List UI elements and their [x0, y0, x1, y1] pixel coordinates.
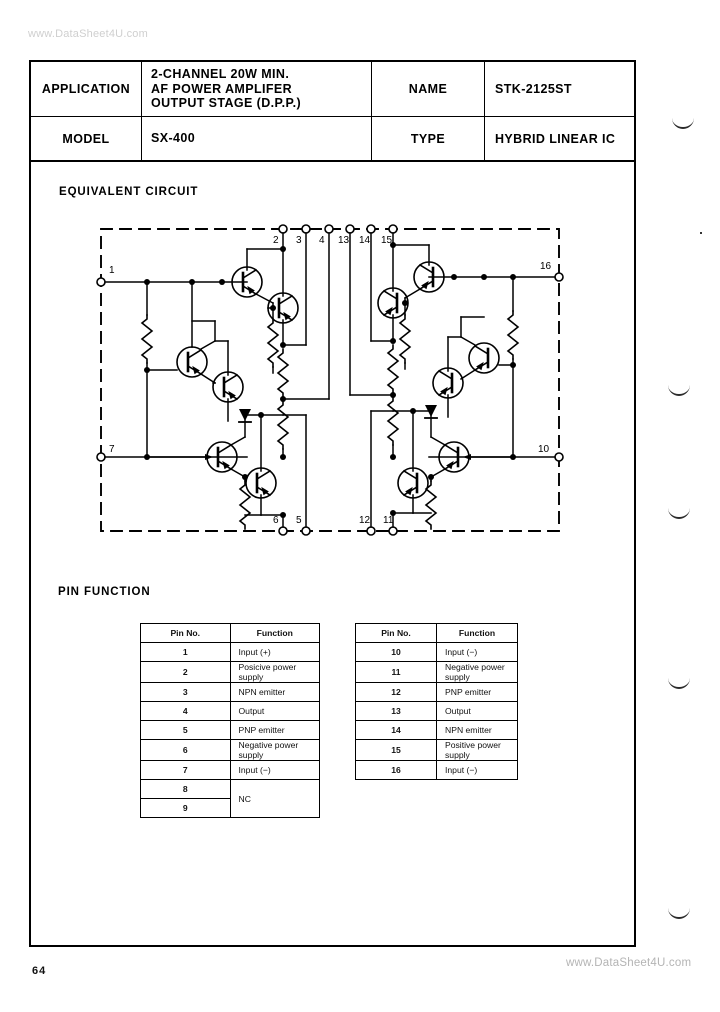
- pin-no-header: Pin No.: [355, 623, 437, 643]
- package-outline: [100, 228, 560, 532]
- function-cell: Input (−): [436, 642, 518, 662]
- application-line-3: OUTPUT STAGE (D.P.P.): [151, 96, 302, 111]
- function-cell: Output: [229, 701, 320, 721]
- equivalent-circuit-diagram: 2 3 4 13 14 15 6 5 12 11 1 7 16 10: [95, 215, 565, 545]
- function-cell: Positive power supply: [436, 739, 518, 761]
- pin-no-cell: 11: [355, 661, 437, 683]
- pin-no-cell: 1: [140, 642, 231, 662]
- header-row-model: MODEL SX-400 TYPE HYBRID LINEAR IC: [29, 116, 636, 162]
- table-row: 7 Input (−): [140, 760, 320, 780]
- header-row-application: APPLICATION 2-CHANNEL 20W MIN. AF POWER …: [29, 60, 636, 117]
- pin-no-cell: 4: [140, 701, 231, 721]
- name-label: NAME: [371, 60, 485, 117]
- header-table: APPLICATION 2-CHANNEL 20W MIN. AF POWER …: [29, 60, 636, 162]
- page-number: 64: [32, 965, 47, 977]
- table-row: 10 Input (−): [355, 642, 518, 662]
- table-row: 8 NC: [140, 779, 320, 818]
- table-row: 15 Positive power supply: [355, 739, 518, 761]
- scan-artifact-1: [672, 118, 694, 129]
- pin-no-cell: 5: [140, 720, 231, 740]
- pin-label-12: 12: [359, 515, 371, 526]
- pin-function-heading: PIN FUNCTION: [58, 586, 151, 598]
- function-cell: Output: [436, 701, 518, 721]
- pin-no-cell: 3: [140, 682, 231, 702]
- function-header: Function: [436, 623, 518, 643]
- function-cell: Posicive power supply: [229, 661, 320, 683]
- pin-label-16: 16: [540, 261, 552, 272]
- pin-no-cell: 8: [140, 779, 231, 799]
- pin-no-cell: 13: [355, 701, 437, 721]
- table-row: 14 NPN emitter: [355, 720, 518, 740]
- application-value: 2-CHANNEL 20W MIN. AF POWER AMPLIFER OUT…: [141, 60, 372, 117]
- table-row: 3 NPN emitter: [140, 682, 320, 702]
- circuit-svg: 2 3 4 13 14 15 6 5 12 11 1 7 16 10: [96, 224, 564, 536]
- scan-artifact-3: [668, 508, 690, 519]
- table-row: 1 Input (+): [140, 642, 320, 662]
- table-row: 16 Input (−): [355, 760, 518, 780]
- pin-label-3: 3: [296, 235, 302, 246]
- pin-no-cell: 10: [355, 642, 437, 662]
- pin-label-11: 11: [383, 515, 394, 526]
- equivalent-circuit-heading: EQUIVALENT CIRCUIT: [59, 186, 199, 198]
- application-line-1: 2-CHANNEL 20W MIN.: [151, 66, 290, 81]
- scan-artifact-2: [668, 385, 690, 396]
- table-row: 12 PNP emitter: [355, 682, 518, 702]
- pin-label-13: 13: [338, 235, 350, 246]
- table-row: 6 Negative power supply: [140, 739, 320, 761]
- side-pin-terminals: [96, 272, 564, 462]
- function-cell-nc: NC: [229, 779, 320, 818]
- pin-no-cell: 16: [355, 760, 437, 780]
- table-header-row: Pin No. Function: [140, 623, 320, 643]
- function-cell: Input (−): [436, 760, 518, 780]
- scan-artifact-5: [668, 908, 690, 919]
- pin-label-10: 10: [538, 444, 550, 455]
- scan-artifact-4: [668, 678, 690, 689]
- pin-no-cell: 2: [140, 661, 231, 683]
- pin-no-cell: 12: [355, 682, 437, 702]
- model-value: SX-400: [141, 116, 372, 162]
- function-cell: Input (+): [229, 642, 320, 662]
- function-cell: Input (−): [229, 760, 320, 780]
- table-row: 11 Negative power supply: [355, 661, 518, 683]
- pin-label-4: 4: [319, 235, 325, 246]
- name-value: STK-2125ST: [484, 60, 636, 117]
- scan-speck: [700, 232, 702, 234]
- pin-no-cell: 15: [355, 739, 437, 761]
- pin-no-cell: 6: [140, 739, 231, 761]
- pin-function-table-right: Pin No. Function 10 Input (−) 11 Negativ…: [355, 623, 518, 780]
- pin-label-7: 7: [109, 444, 115, 455]
- pin-no-cell: 14: [355, 720, 437, 740]
- table-row: 2 Posicive power supply: [140, 661, 320, 683]
- pin-no-cell: 9: [140, 798, 231, 818]
- pin-label-2: 2: [273, 235, 279, 246]
- model-label: MODEL: [29, 116, 142, 162]
- type-label: TYPE: [371, 116, 485, 162]
- pin-function-table-left: Pin No. Function 1 Input (+) 2 Posicive …: [140, 623, 320, 818]
- function-cell: NPN emitter: [436, 720, 518, 740]
- table-row: 13 Output: [355, 701, 518, 721]
- table-header-row: Pin No. Function: [355, 623, 518, 643]
- pin-label-15: 15: [381, 235, 393, 246]
- pin-label-6: 6: [273, 515, 279, 526]
- pin-label-1: 1: [109, 265, 115, 276]
- table-row: 4 Output: [140, 701, 320, 721]
- application-label: APPLICATION: [29, 60, 142, 117]
- application-line-2: AF POWER AMPLIFER: [151, 81, 293, 96]
- table-row: 5 PNP emitter: [140, 720, 320, 740]
- function-header: Function: [229, 623, 320, 643]
- pin-no-header: Pin No.: [140, 623, 231, 643]
- type-value: HYBRID LINEAR IC: [484, 116, 636, 162]
- function-cell: PNP emitter: [229, 720, 320, 740]
- pin-label-14: 14: [359, 235, 371, 246]
- watermark-top: www.DataSheet4U.com: [28, 28, 148, 40]
- function-cell: NPN emitter: [229, 682, 320, 702]
- pin-label-5: 5: [296, 515, 302, 526]
- function-cell: Negative power supply: [436, 661, 518, 683]
- pin-no-cell: 7: [140, 760, 231, 780]
- watermark-bottom: www.DataSheet4U.com: [566, 957, 692, 969]
- function-cell: Negative power supply: [229, 739, 320, 761]
- function-cell: PNP emitter: [436, 682, 518, 702]
